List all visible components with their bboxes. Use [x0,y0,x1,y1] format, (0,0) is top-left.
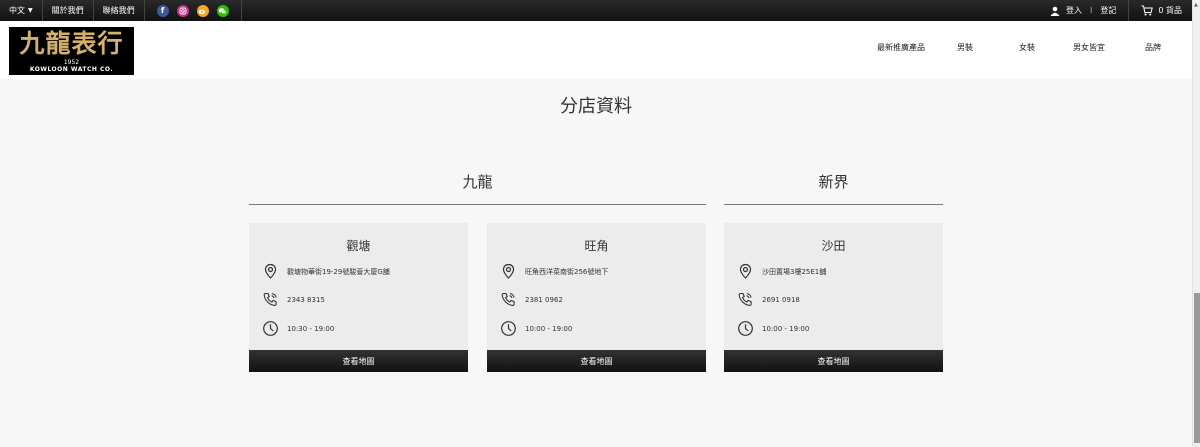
nav-brands[interactable]: 品牌 [1145,42,1161,53]
region-underline-new-territories [724,204,943,205]
facebook-icon[interactable]: f [156,4,169,17]
view-map-button[interactable]: 查看地圖 [487,350,706,372]
store-card-kwun-tong: 觀塘 觀塘物華街19-29號駿薈大廈G舖 2343 8315 10:30 - 1… [249,223,468,372]
store-phone: 2691 0918 [762,295,800,304]
cart-icon[interactable] [1141,5,1154,16]
phone-icon [738,292,752,306]
nav-unisex[interactable]: 男女皆宜 [1073,42,1105,53]
clock-icon [738,321,753,336]
user-icon [1050,6,1060,16]
social-links: f [145,0,242,21]
store-address: 旺角西洋菜南街256號地下 [525,267,609,276]
store-card-mong-kok: 旺角 旺角西洋菜南街256號地下 2381 0962 10:00 - 19:00… [487,223,706,372]
view-map-button[interactable]: 查看地圖 [249,350,468,372]
phone-icon [501,292,515,306]
login-link[interactable]: 登入 [1066,5,1082,16]
phone-icon [263,292,277,306]
cart-count[interactable]: 0 貨品 [1158,5,1182,16]
store-address-row: 旺角西洋菜南街256號地下 [500,263,608,280]
logo-chinese: 九龍表行 [19,29,124,58]
separator: I [1090,6,1093,15]
location-pin-icon [739,263,752,279]
view-map-button[interactable]: 查看地圖 [724,350,943,372]
store-address: 觀塘物華街19-29號駿薈大廈G舖 [287,267,390,276]
region-underline-kowloon [249,204,706,205]
store-phone: 2381 0962 [525,295,563,304]
site-header: 九龍表行 1952 KOWLOON WATCH CO. 最新推廣產品 男裝 女裝… [0,21,1192,79]
store-hours-row: 10:30 - 19:00 [262,320,334,337]
nav-latest-promotions[interactable]: 最新推廣產品 [877,42,925,53]
language-selector[interactable]: 中文 ▼ [0,0,43,21]
store-address-row: 沙田置場3樓25E1舖 [737,263,826,280]
account-area: 登入 I 登記 0 貨品 [1050,0,1182,21]
store-phone: 2343 8315 [287,295,325,304]
divider [1128,0,1130,21]
nav-women[interactable]: 女裝 [1019,42,1035,53]
store-name: 觀塘 [346,239,371,253]
caret-down-icon: ▼ [28,7,33,14]
instagram-icon[interactable] [176,4,189,17]
weibo-icon[interactable] [196,4,209,17]
page-title: 分店資料 [560,96,632,117]
clock-icon [263,321,278,336]
about-link[interactable]: 關於我們 [43,0,94,21]
store-hours-row: 10:00 - 19:00 [737,320,809,337]
logo-english: KOWLOON WATCH CO. [29,66,114,73]
nav-men[interactable]: 男裝 [957,42,973,53]
store-phone-row: 2691 0918 [737,291,800,308]
top-bar: 中文 ▼ 關於我們 聯絡我們 f 登入 I 登記 0 貨品 [0,0,1192,21]
store-name: 旺角 [584,239,609,253]
store-address: 沙田置場3樓25E1舖 [762,267,827,276]
location-pin-icon [264,263,277,279]
store-card-sha-tin: 沙田 沙田置場3樓25E1舖 2691 0918 10:00 - 19:00 查… [724,223,943,372]
store-hours-row: 10:00 - 19:00 [500,320,572,337]
store-hours: 10:30 - 19:00 [287,324,335,333]
scroll-up-arrow-icon[interactable]: ▲ [1194,2,1198,8]
store-hours: 10:00 - 19:00 [762,324,810,333]
wechat-icon[interactable] [216,4,229,17]
logo-year: 1952 [63,59,80,66]
page-scrollbar[interactable]: ▲ [1192,0,1200,447]
store-address-row: 觀塘物華街19-29號駿薈大廈G舖 [262,263,390,280]
store-phone-row: 2343 8315 [262,291,325,308]
site-logo[interactable]: 九龍表行 1952 KOWLOON WATCH CO. [9,27,134,75]
store-name: 沙田 [821,239,846,253]
location-pin-icon [502,263,515,279]
store-hours: 10:00 - 19:00 [525,324,573,333]
contact-link[interactable]: 聯絡我們 [94,0,145,21]
scrollbar-thumb[interactable] [1194,293,1200,443]
register-link[interactable]: 登記 [1100,5,1116,16]
region-heading-new-territories: 新界 [818,173,849,191]
store-phone-row: 2381 0962 [500,291,563,308]
region-heading-kowloon: 九龍 [462,173,493,191]
language-label: 中文 [9,6,25,15]
clock-icon [501,321,516,336]
